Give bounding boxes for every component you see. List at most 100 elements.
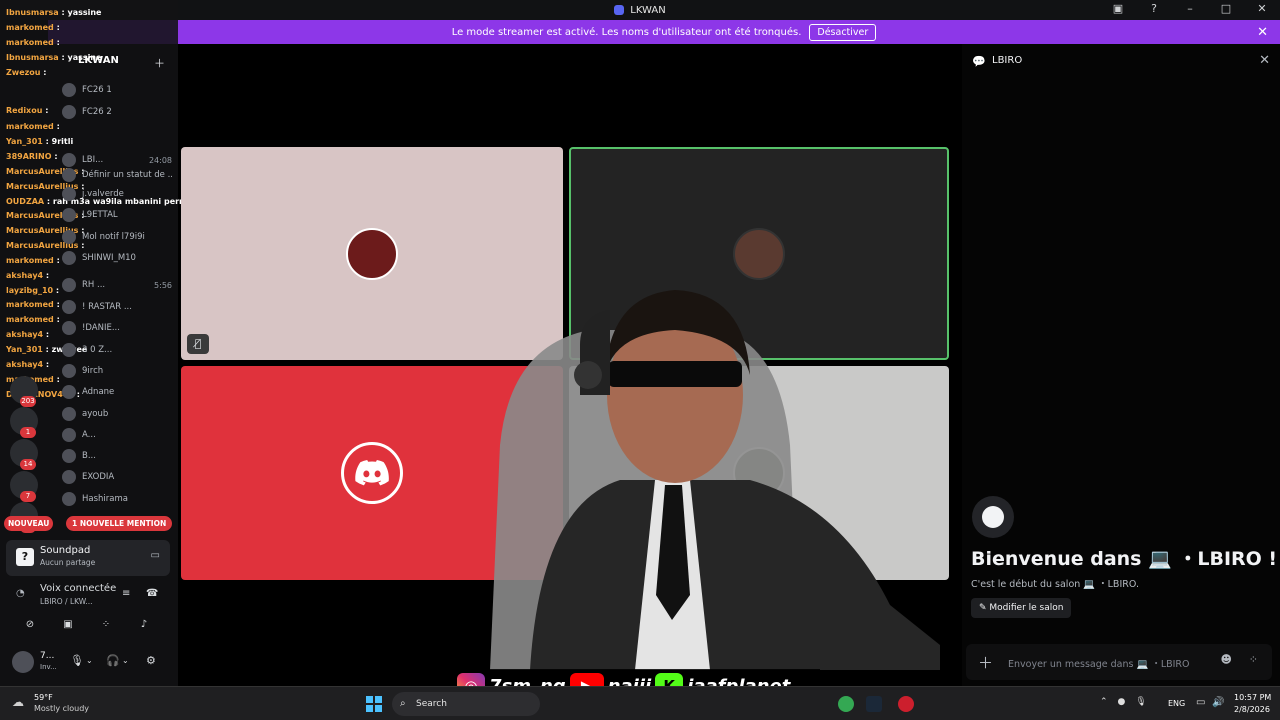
member-name: 3 0 Z... — [82, 345, 113, 355]
taskbar-search[interactable]: ⌕ Search — [392, 692, 540, 716]
chat-username: markomed — [6, 300, 54, 309]
noise-suppression-icon[interactable]: ≡ — [122, 588, 130, 599]
language-indicator[interactable]: ENG — [1168, 699, 1185, 708]
voice-channel-member[interactable]: FC26 2 — [62, 102, 172, 122]
chevron-up-icon[interactable]: ⌃ — [1100, 697, 1108, 707]
gear-icon[interactable]: ⚙ — [146, 654, 156, 667]
volume-icon[interactable]: 🔊 — [1212, 697, 1224, 708]
voice-channel-member[interactable]: L9ETTAL — [62, 205, 172, 225]
steam-icon[interactable] — [866, 696, 882, 712]
microphone-icon[interactable]: 🎙 — [1135, 697, 1146, 707]
new-badge[interactable]: NOUVEAU — [4, 516, 54, 531]
avatar — [62, 428, 76, 442]
voice-channel-member[interactable]: !DANIE... — [62, 318, 172, 338]
avatar — [62, 407, 76, 421]
mention-badge[interactable]: 1 NOUVELLE MENTION — [66, 516, 173, 531]
camera-off-icon[interactable]: ⊘ — [12, 616, 48, 634]
member-time: 5:56 — [154, 280, 172, 290]
screen-share-icon[interactable]: ▭ — [151, 550, 160, 561]
avatar[interactable] — [12, 651, 34, 673]
voice-channel-member[interactable]: 3 0 Z... — [62, 340, 172, 360]
chat-username: Redixou — [6, 106, 43, 115]
chat-username: 389ARINO — [6, 152, 52, 161]
voice-channel-member[interactable]: A... — [62, 425, 172, 445]
muted-icon: 🎙̸ — [187, 334, 209, 354]
voice-channel-member[interactable]: FC26 1 — [62, 80, 172, 100]
channel-chat-panel: 💬 LBIRO ✕ Bienvenue dans 💻 ・LBIRO ! C'es… — [962, 44, 1280, 686]
unread-badge: 7 — [20, 491, 36, 502]
activities-icon[interactable]: ⁘ — [88, 616, 124, 634]
avatar — [62, 385, 76, 399]
chat-message: markomed : — [6, 38, 60, 47]
avatar — [62, 251, 76, 265]
voice-channel-member[interactable]: SHINWI_M10 — [62, 248, 172, 268]
microphone-icon[interactable]: 🎙 — [70, 654, 84, 667]
disconnect-icon[interactable]: ☎ — [146, 588, 158, 599]
chrome-icon[interactable] — [838, 696, 854, 712]
close-icon[interactable]: ✕ — [1259, 53, 1270, 68]
close-icon[interactable]: ✕ — [1257, 25, 1268, 40]
voice-channel-member[interactable]: B... — [62, 446, 172, 466]
chat-message: markomed : — [6, 256, 60, 265]
chat-text: : — [54, 152, 58, 161]
maximize-button[interactable]: □ — [1218, 2, 1234, 15]
voice-channel-member[interactable]: ayoub — [62, 404, 172, 424]
chat-text: : — [45, 271, 50, 280]
signal-icon[interactable]: ◔ — [16, 588, 25, 599]
member-name: FC26 2 — [82, 107, 112, 117]
member-name: SHINWI_M10 — [82, 253, 136, 263]
add-friend-icon[interactable]: ＋ — [154, 55, 165, 71]
apps-icon[interactable]: ⁘ — [1249, 653, 1258, 666]
network-icon[interactable]: ▭ — [1196, 697, 1205, 708]
voice-channel-member[interactable]: Hashirama — [62, 489, 172, 509]
plus-icon[interactable]: ＋ — [978, 652, 993, 673]
clock-time[interactable]: 10:57 PM — [1234, 693, 1271, 702]
antivirus-icon[interactable]: ● — [1118, 697, 1126, 707]
message-input[interactable]: Envoyer un message dans 💻 ・LBIRO — [1008, 656, 1190, 670]
server-name[interactable]: LKWAN — [78, 55, 119, 66]
app-title: LKWAN — [614, 4, 666, 16]
voice-channel-member[interactable]: j.valverde — [62, 184, 172, 204]
windows-start-icon[interactable] — [366, 696, 382, 712]
voice-channel-member[interactable]: 9irch — [62, 361, 172, 381]
chat-message: Redixou : — [6, 106, 48, 115]
disable-streamer-mode-button[interactable]: Désactiver — [809, 23, 877, 41]
avatar — [62, 230, 76, 244]
unread-badge: 203 — [20, 396, 36, 407]
chat-text: : — [56, 315, 60, 324]
chevron-down-icon[interactable]: ⌄ — [122, 656, 129, 665]
emoji-icon[interactable]: ☻ — [1221, 653, 1232, 666]
voice-channel-member[interactable]: EXODIA — [62, 467, 172, 487]
voice-channel-member[interactable]: Définir un statut de ... — [62, 165, 172, 185]
weather-temp[interactable]: 59°F — [34, 693, 53, 702]
chevron-down-icon[interactable]: ⌄ — [86, 656, 93, 665]
share-screen-icon[interactable]: ▣ — [50, 616, 86, 634]
voice-channel-member[interactable]: Adnane — [62, 382, 172, 402]
weather-condition[interactable]: Mostly cloudy — [34, 704, 89, 713]
channel-header: LBIRO — [992, 55, 1023, 66]
inbox-icon[interactable]: ▣ — [1110, 2, 1126, 15]
banner-text: Le mode streamer est activé. Les noms d'… — [451, 26, 802, 38]
app-icon[interactable] — [898, 696, 914, 712]
help-icon[interactable]: ? — [1146, 2, 1162, 15]
minimize-button[interactable]: – — [1182, 2, 1198, 15]
chat-username: layzibg_10 — [6, 286, 54, 295]
member-name: !DANIE... — [82, 323, 120, 333]
edit-channel-button[interactable]: ✎ Modifier le salon — [971, 598, 1072, 618]
window-title: LKWAN — [630, 4, 666, 16]
avatar — [733, 227, 785, 280]
close-button[interactable]: ✕ — [1254, 2, 1270, 15]
chat-message: akshay4 : — [6, 330, 49, 339]
voice-sub[interactable]: LBIRO / LKW... — [40, 597, 92, 606]
voice-channel-member[interactable]: Mol notif l79i9i — [62, 227, 172, 247]
voice-channel-member[interactable]: ! RASTAR ... — [62, 297, 172, 317]
soundpad-activity[interactable]: ? Soundpad Aucun partage ▭ — [6, 540, 170, 576]
chat-username: markomed — [6, 23, 54, 32]
headphones-icon[interactable]: 🎧 — [106, 654, 120, 667]
chat-text: : — [56, 23, 60, 32]
weather-icon[interactable]: ☁ — [12, 695, 30, 711]
soundboard-icon[interactable]: ♪ — [126, 616, 162, 634]
clock-date[interactable]: 2/8/2026 — [1234, 705, 1270, 714]
message-composer[interactable]: ＋ Envoyer un message dans 💻 ・LBIRO ☻ ⁘ — [966, 644, 1272, 680]
voice-channel-member[interactable]: RH ... 5:56 — [62, 275, 172, 295]
